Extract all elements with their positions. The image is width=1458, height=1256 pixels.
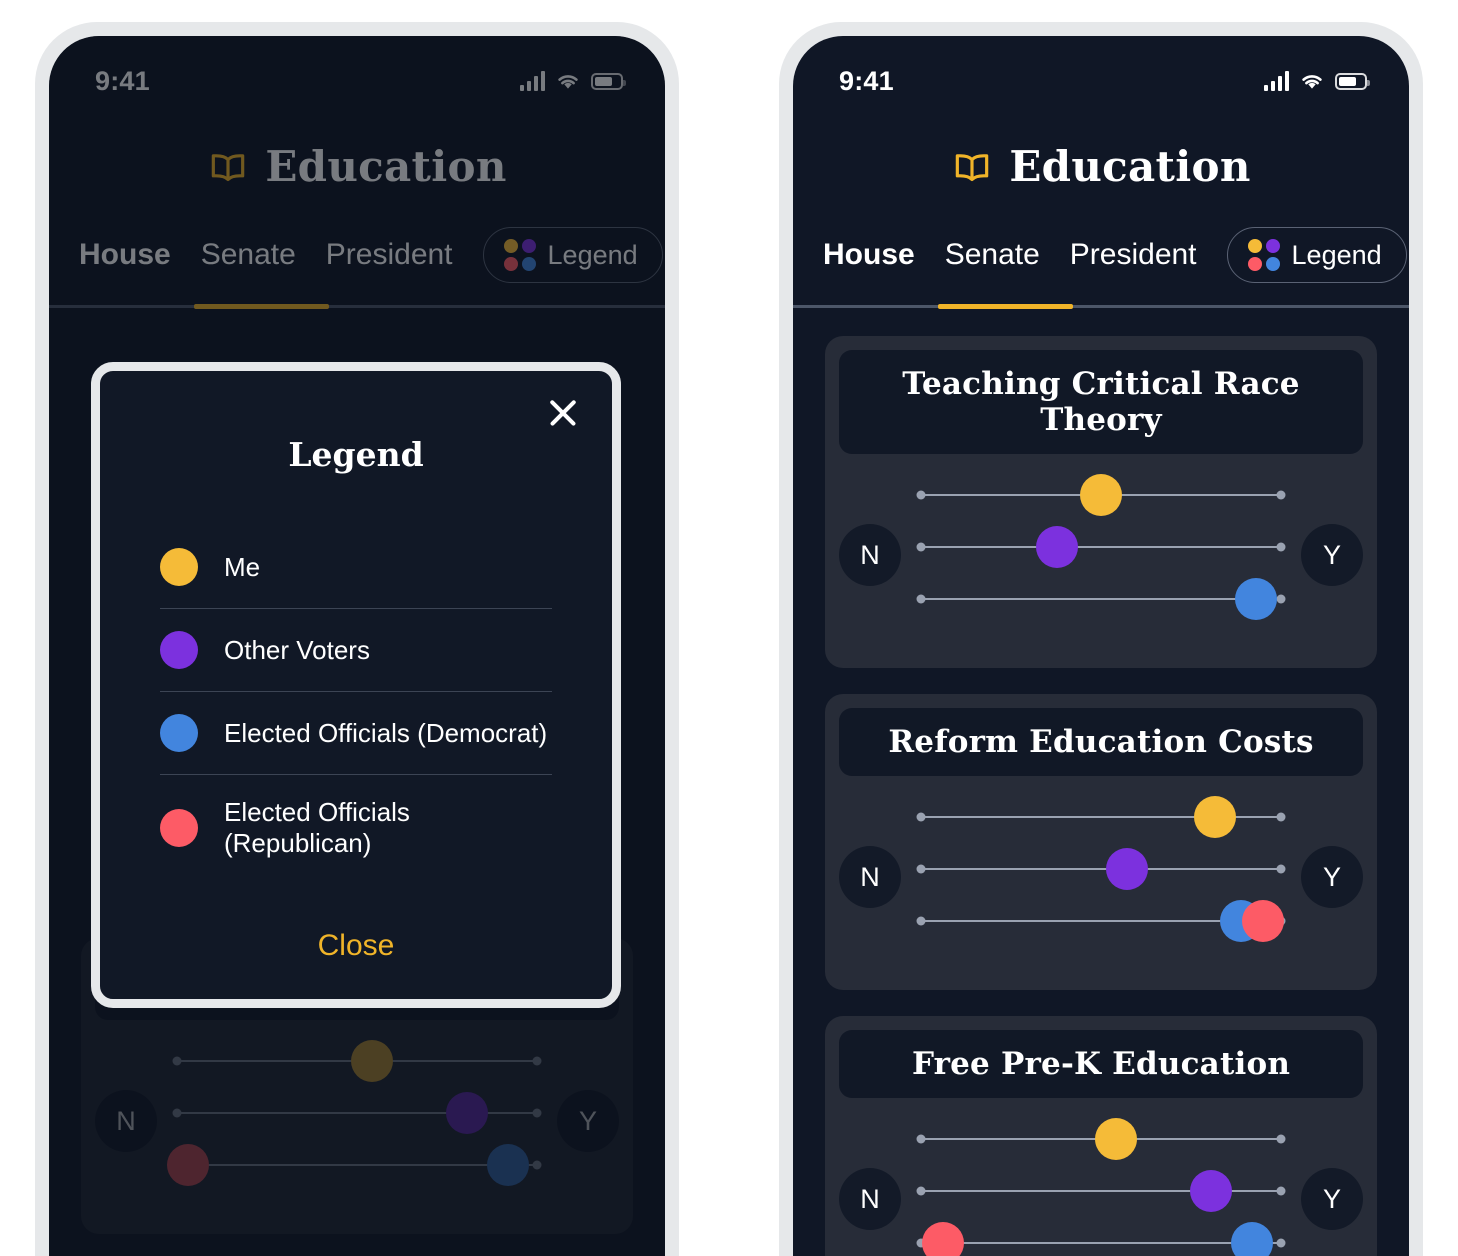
issue-card[interactable]: Reform Education Costs N Y [825,694,1377,990]
track-cap-right [1276,1134,1286,1144]
track-line [925,598,1277,600]
cellular-bars-icon [1264,71,1289,91]
legend-item-me: Me [160,526,552,608]
slider-tracks [916,796,1286,952]
track-cap-right [1276,490,1286,500]
close-icon[interactable] [544,393,582,431]
tab-active-indicator [938,304,1073,309]
legend-item-list: Me Other Voters Elected Officials (Democ… [134,526,578,881]
legend-dots-icon [1247,239,1280,271]
slider-track-me[interactable] [916,1118,1286,1160]
phone-left-screen: 9:41 Education [49,36,665,1256]
open-book-icon [956,153,989,181]
issue-card-title: Reform Education Costs [839,708,1363,776]
app-header: Education [793,108,1409,199]
knob-democrat[interactable] [1234,578,1277,620]
issue-slider-group: N [839,454,1363,638]
slider-track-other-voters[interactable] [916,1170,1286,1212]
slider-endcap-yes: Y [1301,846,1363,908]
issue-card-title: Teaching Critical Race Theory [839,350,1363,454]
phone-right: 9:41 Education House Senate President Le… [779,22,1423,1256]
legend-item-other-voters: Other Voters [160,608,552,691]
slider-track-me[interactable] [916,474,1286,516]
legend-button[interactable]: Legend [1226,227,1407,283]
issue-slider-group: N [839,1098,1363,1256]
phone-right-screen: 9:41 Education House Senate President Le… [793,36,1409,1256]
knob-republican[interactable] [1241,900,1284,942]
status-bar: 9:41 [793,36,1409,108]
issue-slider-group: N [839,776,1363,960]
track-line [925,546,1277,548]
slider-endcap-no: N [839,1168,901,1230]
slider-track-officials[interactable] [916,1222,1286,1256]
slider-tracks [916,474,1286,630]
track-cap-right [1276,594,1286,604]
status-icons [1264,71,1370,91]
legend-item-label: Elected Officials (Republican) [224,797,410,858]
legend-modal-title: Legend [288,435,424,474]
issue-card-title: Free Pre-K Education [839,1030,1363,1098]
track-cap-right [1276,542,1286,552]
page-title: Education [1009,142,1251,191]
track-line [925,868,1277,870]
slider-track-officials[interactable] [916,578,1286,620]
issue-card[interactable]: Teaching Critical Race Theory N Y [825,336,1377,668]
track-cap-left [916,916,926,926]
track-cap-left [916,1134,926,1144]
knob-me[interactable] [1094,1118,1137,1160]
two-phone-mockup: 9:41 Education [0,0,1458,1256]
tab-bar: House Senate President Legend [793,199,1409,305]
track-cap-left [916,1186,926,1196]
knob-other-voters[interactable] [1105,848,1148,890]
wifi-icon [1302,75,1322,89]
legend-item-label: Other Voters [224,634,370,665]
legend-swatch-republican [160,809,198,847]
issue-card[interactable]: Free Pre-K Education N [825,1016,1377,1256]
issue-card-list: Teaching Critical Race Theory N Y Reform… [793,308,1409,1256]
legend-swatch-other-voters [160,631,198,669]
track-cap-left [916,594,926,604]
slider-endcap-no: N [839,846,901,908]
track-cap-left [916,812,926,822]
slider-track-other-voters[interactable] [916,526,1286,568]
legend-item-democrat: Elected Officials (Democrat) [160,691,552,774]
legend-button-label: Legend [1291,239,1382,270]
track-cap-left [916,864,926,874]
tab-president[interactable]: President [1070,238,1197,272]
track-line [925,1242,1277,1244]
slider-track-other-voters[interactable] [916,848,1286,890]
knob-other-voters[interactable] [1190,1170,1233,1212]
legend-swatch-me [160,548,198,586]
legend-item-label: Me [224,551,261,582]
tab-senate[interactable]: Senate [945,238,1040,272]
battery-icon [1335,72,1370,90]
slider-track-officials[interactable] [916,900,1286,942]
track-cap-right [1276,812,1286,822]
close-button[interactable]: Close [134,929,578,963]
tab-divider [793,304,1409,309]
legend-item-republican: Elected Officials (Republican) [160,774,552,881]
track-cap-right [1276,864,1286,874]
phone-left: 9:41 Education [35,22,679,1256]
knob-republican[interactable] [921,1222,964,1256]
track-cap-right [1276,1238,1286,1248]
slider-endcap-yes: Y [1301,1168,1363,1230]
track-cap-left [916,542,926,552]
legend-swatch-democrat [160,714,198,752]
tab-house[interactable]: House [823,238,915,272]
knob-me[interactable] [1194,796,1237,838]
legend-item-label: Elected Officials (Democrat) [224,717,548,748]
slider-track-me[interactable] [916,796,1286,838]
slider-tracks [916,1118,1286,1256]
knob-other-voters[interactable] [1035,526,1078,568]
slider-endcap-no: N [839,524,901,586]
legend-modal: Legend Me Other Voters Elected Officials… [91,362,621,1008]
knob-democrat[interactable] [1230,1222,1273,1256]
slider-endcap-yes: Y [1301,524,1363,586]
status-time: 9:41 [839,65,894,96]
knob-me[interactable] [1080,474,1122,516]
track-cap-right [1276,1186,1286,1196]
track-cap-left [916,490,926,500]
